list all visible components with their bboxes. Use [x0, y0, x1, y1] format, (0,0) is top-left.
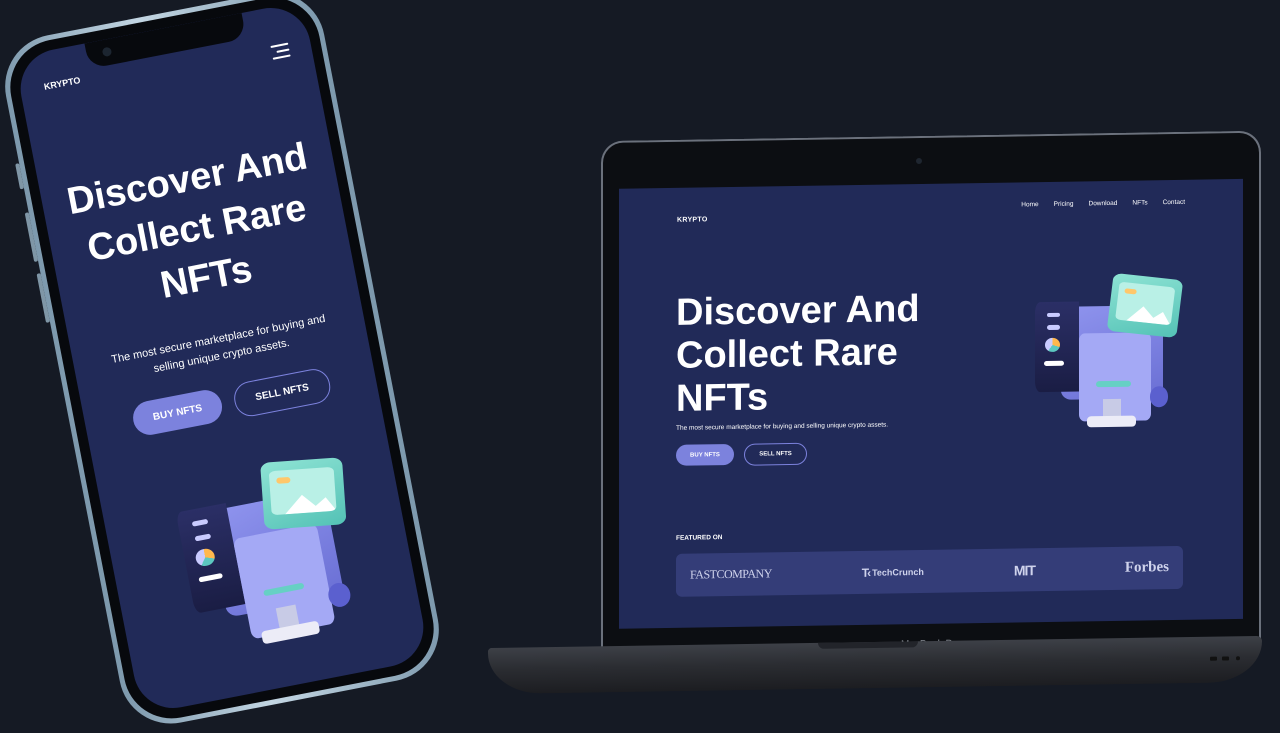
- nav-download[interactable]: Download: [1089, 200, 1118, 207]
- laptop-camera: [916, 157, 922, 165]
- sun-shape: [1124, 288, 1138, 295]
- monitor-sidebar: [1035, 301, 1079, 392]
- site-nav: Home Pricing Download NFTs Contact: [1021, 199, 1185, 209]
- monitor-foot: [1087, 415, 1137, 428]
- site-logo[interactable]: KRYPTO: [677, 216, 708, 223]
- panel-line: [1095, 381, 1131, 387]
- nav-nfts[interactable]: NFTs: [1132, 199, 1147, 206]
- usb-port-icon: [1210, 656, 1217, 661]
- monitor-knob: [1149, 386, 1169, 408]
- sidebar-dot: [194, 533, 211, 542]
- hamburger-menu-icon[interactable]: [270, 42, 291, 60]
- mobile-hero-illustration: [170, 453, 372, 667]
- sun-shape: [276, 477, 291, 484]
- mountain-shape: [283, 485, 337, 515]
- front-camera-icon: [101, 46, 113, 58]
- nav-home[interactable]: Home: [1021, 201, 1038, 208]
- mobile-sell-nfts-button[interactable]: SELL NFTS: [231, 366, 334, 420]
- mobile-site-logo[interactable]: KRYPTO: [43, 75, 81, 92]
- techcrunch-logo-text: TechCrunch: [872, 566, 924, 578]
- audio-port-icon: [1236, 656, 1240, 661]
- sidebar-dot: [1047, 312, 1061, 318]
- forbes-logo: Forbes: [1124, 559, 1169, 576]
- laptop-hinge-notch: [818, 641, 918, 649]
- mountain-shape: [1126, 298, 1173, 325]
- mobile-hero-title: Discover And Collect Rare NFTs: [63, 135, 311, 307]
- nav-contact[interactable]: Contact: [1163, 199, 1185, 206]
- laptop-lid: KRYPTO Home Pricing Download NFTs Contac…: [601, 130, 1261, 651]
- techcrunch-mark-icon: T‹: [861, 565, 870, 580]
- pie-chart-icon: [194, 547, 216, 568]
- buy-nfts-button[interactable]: BUY NFTS: [676, 443, 734, 466]
- monitor-stand: [1103, 398, 1121, 418]
- hero-illustration: [1035, 272, 1184, 438]
- image-card-icon: [260, 457, 347, 530]
- sidebar-dot: [1047, 325, 1061, 330]
- laptop-screen: KRYPTO Home Pricing Download NFTs Contac…: [619, 178, 1243, 629]
- sidebar-dot: [191, 518, 208, 527]
- hero-subtitle: The most secure marketplace for buying a…: [676, 421, 889, 432]
- nav-pricing[interactable]: Pricing: [1054, 201, 1074, 208]
- fastcompany-logo: FASTCOMPANY: [690, 566, 772, 582]
- sell-nfts-button[interactable]: SELL NFTS: [744, 442, 807, 466]
- sidebar-line: [1043, 360, 1064, 366]
- featured-logos-bar: FASTCOMPANY T‹ TechCrunch MIT Forbes: [676, 545, 1183, 597]
- hero-title: Discover And Collect Rare NFTs: [676, 287, 920, 420]
- sidebar-line: [198, 573, 223, 583]
- panel-line: [263, 582, 305, 597]
- mit-logo: MIT: [1013, 561, 1035, 579]
- pie-chart-icon: [1044, 337, 1061, 353]
- featured-label: FEATURED ON: [676, 534, 723, 542]
- image-card-icon: [1107, 272, 1184, 338]
- mobile-buy-nfts-button[interactable]: BUY NFTS: [130, 387, 225, 438]
- usb-port-icon: [1222, 656, 1229, 661]
- techcrunch-logo: T‹ TechCrunch: [862, 564, 924, 579]
